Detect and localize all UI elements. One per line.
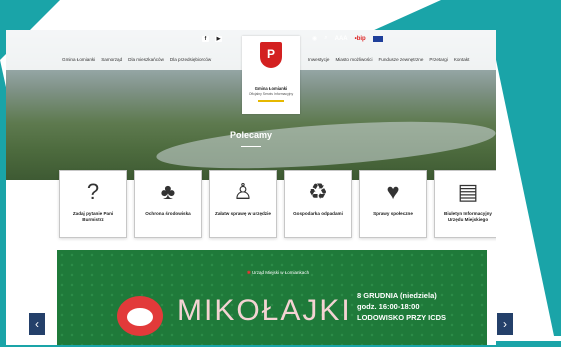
- river-shape: [155, 113, 496, 177]
- screenshot-frame: f ▶ ◉ ⌕ AAA •bip Gmina Łomianki Samorząd…: [0, 0, 561, 347]
- hands-heart-icon: ♥: [386, 179, 400, 204]
- menu-item[interactable]: Przetargi: [429, 57, 447, 62]
- menu-item[interactable]: Fundusze zewnętrzne: [378, 57, 423, 62]
- facebook-icon[interactable]: f: [202, 36, 209, 42]
- card-ask-mayor[interactable]: ? Zadaj pytanie Pani Burmistrz: [59, 170, 127, 238]
- shield-icon: P: [260, 42, 282, 68]
- card-label: Zadaj pytanie Pani Burmistrz: [72, 211, 114, 222]
- quick-links: ? Zadaj pytanie Pani Burmistrz ♣ Ochrona…: [59, 170, 496, 238]
- event-banner[interactable]: ✱ Urząd Miejski w Łomiankach MIKOŁAJKI 8…: [57, 250, 487, 345]
- search-icon[interactable]: ⌕: [324, 35, 327, 42]
- card-label: Gospodarka odpadami: [293, 211, 343, 216]
- banner-title: MIKOŁAJKI: [177, 294, 352, 327]
- prev-arrow-button[interactable]: ‹: [29, 313, 45, 335]
- event-time: godz. 16:00-18:00: [357, 302, 420, 311]
- card-office-matters[interactable]: ♙ Załatw sprawę w urzędzie: [209, 170, 277, 238]
- menu-item[interactable]: Dla mieszkańców: [128, 57, 164, 62]
- crest-subtitle: Oficjalny Serwis Informacyjny: [248, 92, 294, 96]
- card-bulletin[interactable]: ▤ Biuletyn Informacyjny Urzędu Miejskieg…: [434, 170, 496, 238]
- card-label: Ochrona środowiska: [145, 211, 191, 216]
- card-label: Biuletyn Informacyjny Urzędu Miejskiego: [444, 211, 492, 222]
- card-label: Sprawy społeczne: [373, 211, 413, 216]
- question-icon: ?: [86, 179, 100, 204]
- banner-logo: ✱ Urząd Miejski w Łomiankach: [247, 270, 310, 275]
- card-social[interactable]: ♥ Sprawy społeczne: [359, 170, 427, 238]
- main-menu-right: Inwestycje Miasto możliwości Fundusze ze…: [308, 57, 469, 62]
- eye-icon[interactable]: ◉: [312, 35, 317, 42]
- crest-name: Gmina Łomianki: [254, 86, 288, 91]
- bip-link[interactable]: •bip: [355, 36, 366, 42]
- card-environment[interactable]: ♣ Ochrona środowiska: [134, 170, 202, 238]
- banner-info: 8 GRUDNIA (niedziela) godz. 16:00-18:00 …: [357, 290, 446, 323]
- title-underline: [241, 146, 261, 147]
- section-title: Polecamy: [229, 130, 273, 140]
- card-label: Załatw sprawę w urzędzie: [215, 211, 271, 216]
- event-date: 8 GRUDNIA (niedziela): [357, 291, 437, 300]
- main-menu-left: Gmina Łomianki Samorząd Dla mieszkańców …: [62, 57, 211, 62]
- menu-item[interactable]: Dla przedsiębiorców: [170, 57, 211, 62]
- menu-item[interactable]: Inwestycje: [308, 57, 329, 62]
- santa-icon: [117, 296, 163, 336]
- menu-item[interactable]: Miasto możliwości: [335, 57, 372, 62]
- book-icon: ▤: [457, 179, 479, 204]
- card-waste[interactable]: ♻ Gospodarka odpadami: [284, 170, 352, 238]
- next-arrow-button[interactable]: ›: [497, 313, 513, 335]
- font-size-button[interactable]: AAA: [335, 36, 348, 42]
- crest-bar: [258, 100, 284, 102]
- menu-item[interactable]: Samorząd: [101, 57, 122, 62]
- decor-side: [491, 36, 561, 336]
- website: f ▶ ◉ ⌕ AAA •bip Gmina Łomianki Samorząd…: [6, 30, 496, 345]
- eu-flag-icon[interactable]: [372, 35, 383, 42]
- social-links: f ▶: [202, 36, 222, 42]
- crest-logo[interactable]: P Gmina Łomianki Oficjalny Serwis Inform…: [242, 36, 300, 114]
- plant-icon: ♣: [160, 179, 176, 204]
- user-icon: ♙: [233, 179, 253, 204]
- event-place: LODOWISKO PRZY ICDS: [357, 313, 447, 322]
- youtube-icon[interactable]: ▶: [215, 36, 222, 42]
- menu-item[interactable]: Kontakt: [454, 57, 470, 62]
- accessibility-tools: ◉ ⌕ AAA •bip: [312, 35, 383, 42]
- menu-item[interactable]: Gmina Łomianki: [62, 57, 95, 62]
- recycle-icon: ♻: [308, 179, 328, 204]
